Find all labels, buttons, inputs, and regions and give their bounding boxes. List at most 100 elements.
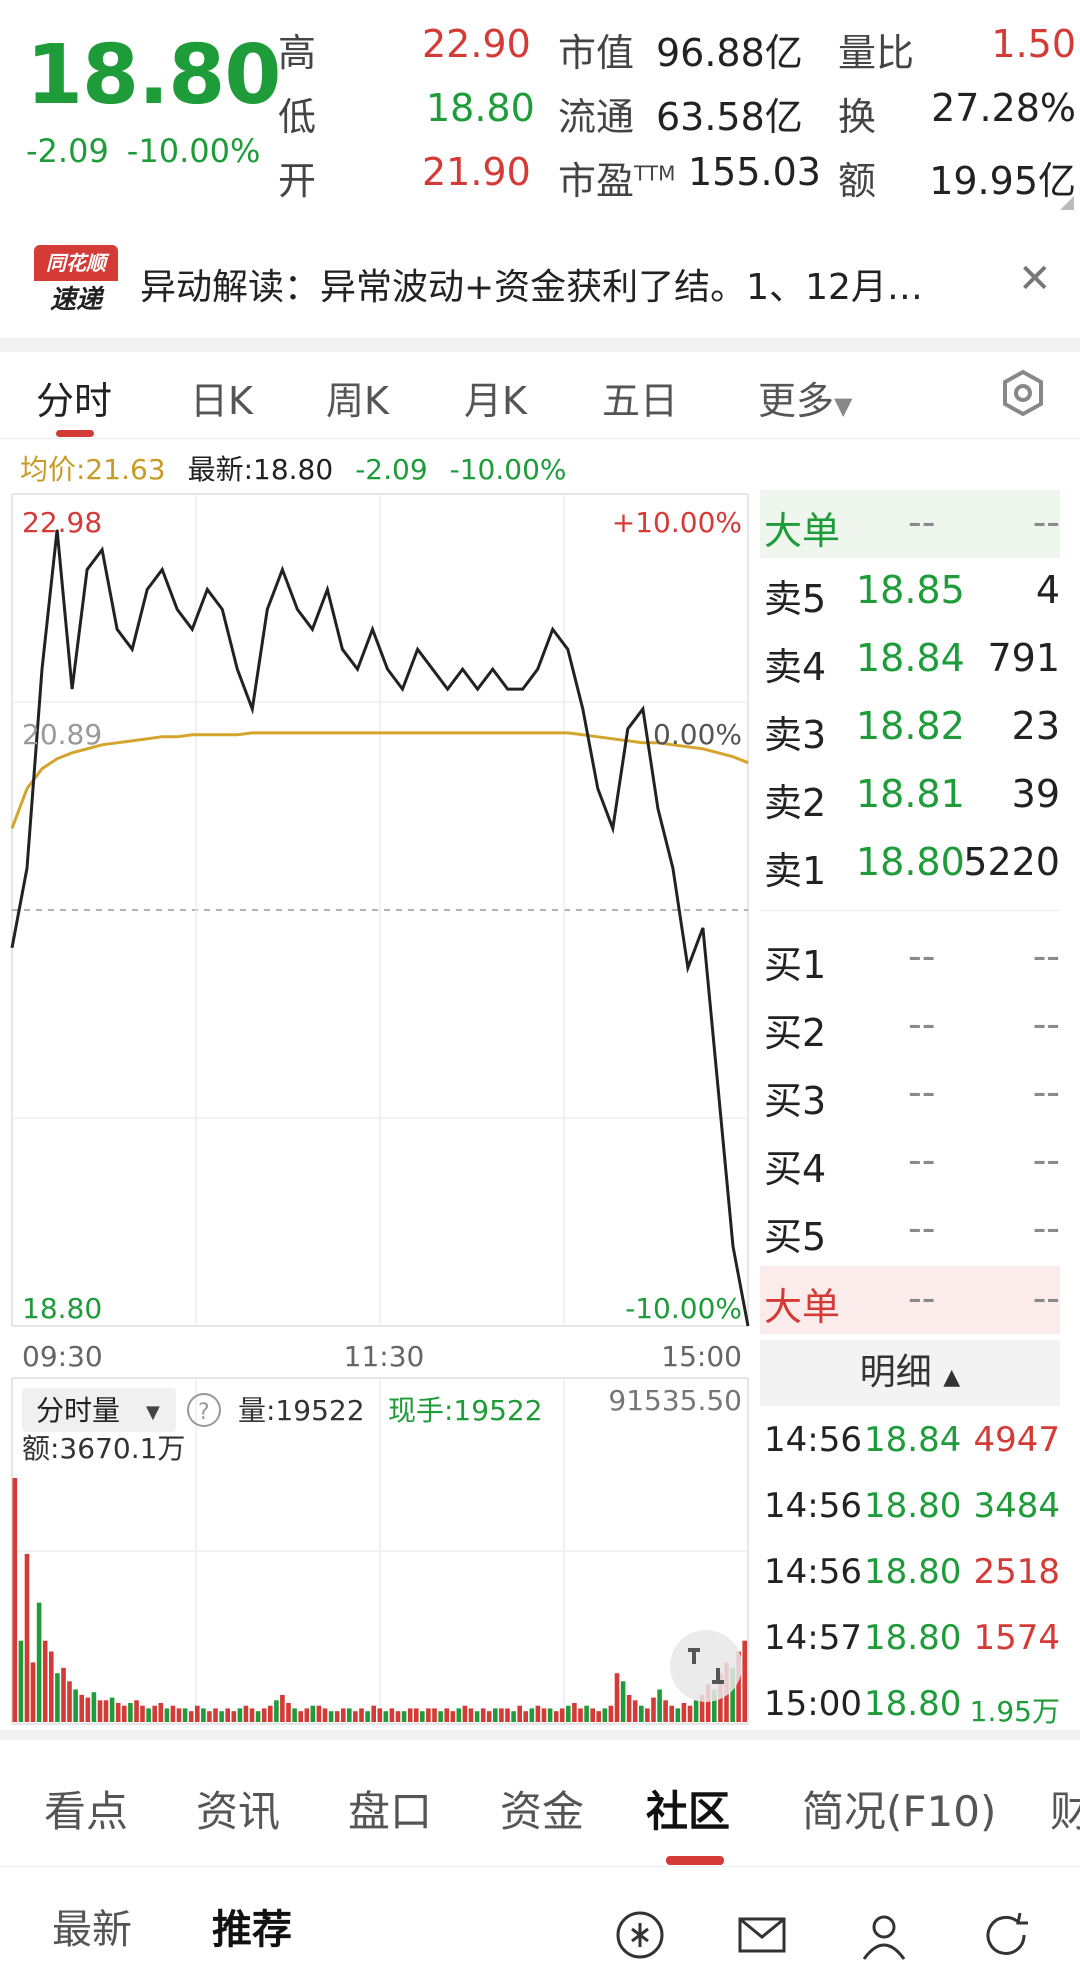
current-price: 18.80 [26,28,281,123]
big-order-sell-row[interactable]: 大单 -- -- [760,490,1060,558]
volume-bar [371,1705,376,1722]
detail-row: 14:57 18.80 1574 [760,1608,1060,1672]
book-divider [760,910,1060,911]
subtab-recommended[interactable]: 推荐 [212,1897,292,1955]
subtab-latest[interactable]: 最新 [52,1897,132,1955]
buy-1-row[interactable]: 买1 -- -- [760,924,1060,992]
sell-3-price: 18.82 [856,704,965,748]
detail-time: 14:56 [764,1486,862,1526]
tab-highlights[interactable]: 看点 [44,1778,128,1839]
tab-monthly-k[interactable]: 月K [464,370,527,425]
community-sub-tabs: 最新 推荐 [0,1866,1080,1960]
intraday-chart[interactable]: 22.98 20.89 18.80 +10.00% 0.00% -10.00% … [0,488,760,1730]
user-icon[interactable] [858,1909,910,1961]
buy-2-row[interactable]: 买2 -- -- [760,992,1060,1060]
active-tab-indicator [56,430,94,437]
volume-bar [280,1694,285,1722]
volume-bar [645,1708,650,1722]
ths-logo: 同花顺 速递 [34,245,118,319]
volume-selector-label[interactable]: 分时量 [36,1394,120,1427]
volume-bar [566,1705,571,1722]
detail-row: 15:00 18.80 1.95万 [760,1674,1060,1738]
volume-bar [286,1703,291,1722]
volume-bar [578,1708,583,1722]
volume-bar [541,1708,547,1722]
high-label: 高 [278,31,317,75]
y-label-mid: 20.89 [22,718,102,751]
volume-bar [140,1705,145,1722]
sell-5-row[interactable]: 卖5 18.85 4 [760,558,1060,626]
volume-bar [651,1697,656,1722]
volume-max-label: 91535.50 [608,1384,742,1417]
sell-2-vol: 39 [1011,772,1060,816]
volume-bar [55,1673,60,1722]
buy-5-label: 买5 [764,1215,827,1259]
buy-3-row[interactable]: 买3 -- -- [760,1060,1060,1128]
tab-community[interactable]: 社区 [646,1778,730,1839]
settings-icon[interactable] [998,368,1048,418]
volume-bar [146,1708,151,1722]
big-order-buy-row[interactable]: 大单 -- -- [760,1266,1060,1334]
divider [0,338,1080,352]
tab-daily-k[interactable]: 日K [190,370,253,425]
volume-ratio-label: 量比 [838,31,915,75]
tab-weekly-k[interactable]: 周K [326,370,389,425]
sell-3-row[interactable]: 卖3 18.82 23 [760,694,1060,762]
volume-bar [523,1711,528,1722]
sell-1-vol: 5220 [963,840,1060,884]
volume-bar [602,1708,608,1722]
volume-bar [377,1708,383,1722]
amount-value: 19.95亿 [929,159,1076,203]
volume-bar [328,1711,334,1722]
tab-handicap[interactable]: 盘口 [348,1778,432,1839]
turnover-label: 换 [838,95,877,139]
volume-bar [456,1708,462,1722]
logo-bottom: 速递 [34,281,118,319]
close-icon[interactable]: ✕ [1018,256,1052,302]
sell-4-row[interactable]: 卖4 18.84 791 [760,626,1060,694]
volume-bar [122,1705,127,1722]
volume-bar [480,1708,486,1722]
tab-news[interactable]: 资讯 [196,1778,280,1839]
volume-bar [237,1708,243,1722]
sell-2-row[interactable]: 卖2 18.81 39 [760,762,1060,830]
detail-vol: 2518 [973,1552,1060,1592]
volume-bar [115,1703,121,1722]
news-banner[interactable]: 同花顺 速递 异动解读：异常波动+资金获利了结。1、12月… ✕ [0,228,1080,340]
big-order-buy-vol: -- [1032,1276,1060,1320]
tab-five-day[interactable]: 五日 [602,370,678,425]
volume-bar [304,1708,310,1722]
volume-bar [687,1705,693,1722]
refresh-icon[interactable] [980,1909,1032,1961]
volume-bar [426,1708,431,1722]
expand-corner-icon[interactable] [1060,196,1074,210]
volume-bar [505,1708,510,1722]
volume-bar [462,1705,468,1722]
volume-bar [298,1711,303,1722]
tab-f10[interactable]: 简况(F10) [802,1778,996,1839]
fullscreen-icon[interactable] [670,1630,742,1702]
volume-bar [109,1697,115,1722]
amount-label: 额 [838,159,877,203]
low-value: 18.80 [426,86,535,130]
volume-bar [559,1708,565,1722]
banner-text[interactable]: 异动解读：异常波动+资金获利了结。1、12月… [140,258,923,310]
pct-label-top: +10.00% [612,506,742,539]
tab-intraday[interactable]: 分时 [36,370,112,425]
volume-bar [334,1711,340,1722]
chart-info-line: 均价:21.63 最新:18.80 -2.09 -10.00% [20,448,589,488]
tab-finance[interactable]: 财 [1050,1778,1080,1839]
buy-5-row[interactable]: 买5 -- -- [760,1196,1060,1264]
tab-funds[interactable]: 资金 [500,1778,584,1839]
buy-4-row[interactable]: 买4 -- -- [760,1128,1060,1196]
details-header[interactable]: 明细 ▲ [760,1340,1060,1406]
mail-icon[interactable] [736,1909,788,1961]
intraday-chart-svg[interactable]: 22.98 20.89 18.80 +10.00% 0.00% -10.00% … [0,488,760,1730]
sell-1-row[interactable]: 卖1 18.80 5220 [760,830,1060,898]
stock-circle-icon[interactable] [614,1909,666,1961]
low-label: 低 [278,95,317,139]
sell-4-price: 18.84 [856,636,965,680]
buy-3-label: 买3 [764,1079,827,1123]
detail-vol: 1.95万 [969,1695,1060,1728]
tab-more[interactable]: 更多▼ [758,370,852,425]
